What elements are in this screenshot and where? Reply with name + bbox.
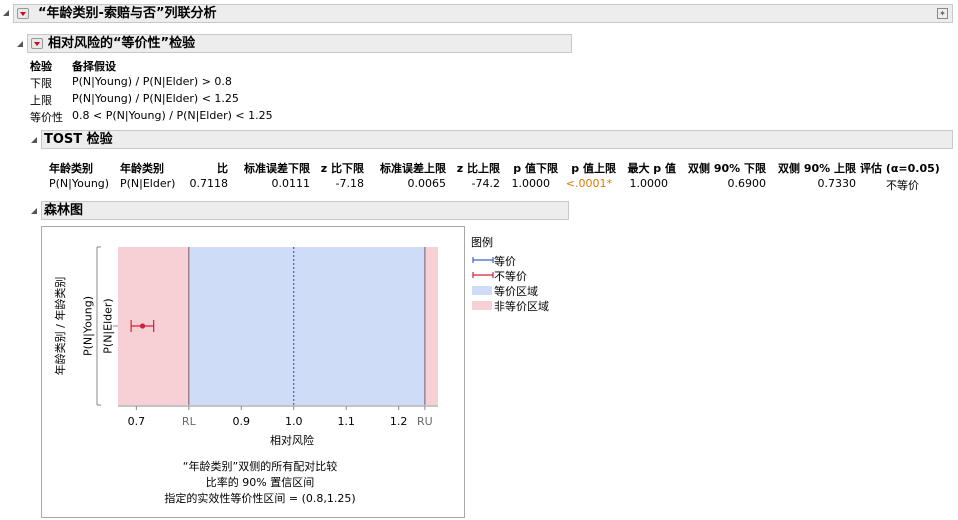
non-equivalent-region-right [424, 247, 438, 405]
ratio-point [139, 323, 146, 329]
x-tick-label: 0.7 [127, 415, 146, 428]
x-tick-label: RU [417, 415, 433, 428]
legend-label: 等价区域 [494, 285, 538, 298]
caption-comparisons: “年龄类别”双侧的所有配对比较 [182, 460, 338, 473]
non-equivalent-region-swatch-icon [472, 301, 492, 310]
equivalent-line-icon [472, 257, 494, 263]
x-tick-label: 0.9 [232, 415, 251, 428]
legend-label: 非等价区域 [494, 300, 549, 313]
legend-label: 等价 [494, 255, 516, 268]
x-tick-label: RL [181, 415, 196, 428]
legend-label: 不等价 [494, 270, 527, 283]
equivalent-region-swatch-icon [472, 286, 492, 295]
caption-interval: 比率的 90% 置信区间 [205, 476, 315, 489]
x-axis-label: 相对风险 [270, 434, 314, 447]
not-equivalent-line-icon [472, 272, 494, 278]
x-tick-label: 1.0 [284, 415, 303, 428]
legend-title: 图例 [471, 236, 493, 249]
x-tick-label: 1.1 [337, 415, 355, 428]
equivalent-region [188, 247, 425, 405]
caption-region: 指定的实效性等价性区间 = (0.8,1.25) [164, 492, 356, 505]
